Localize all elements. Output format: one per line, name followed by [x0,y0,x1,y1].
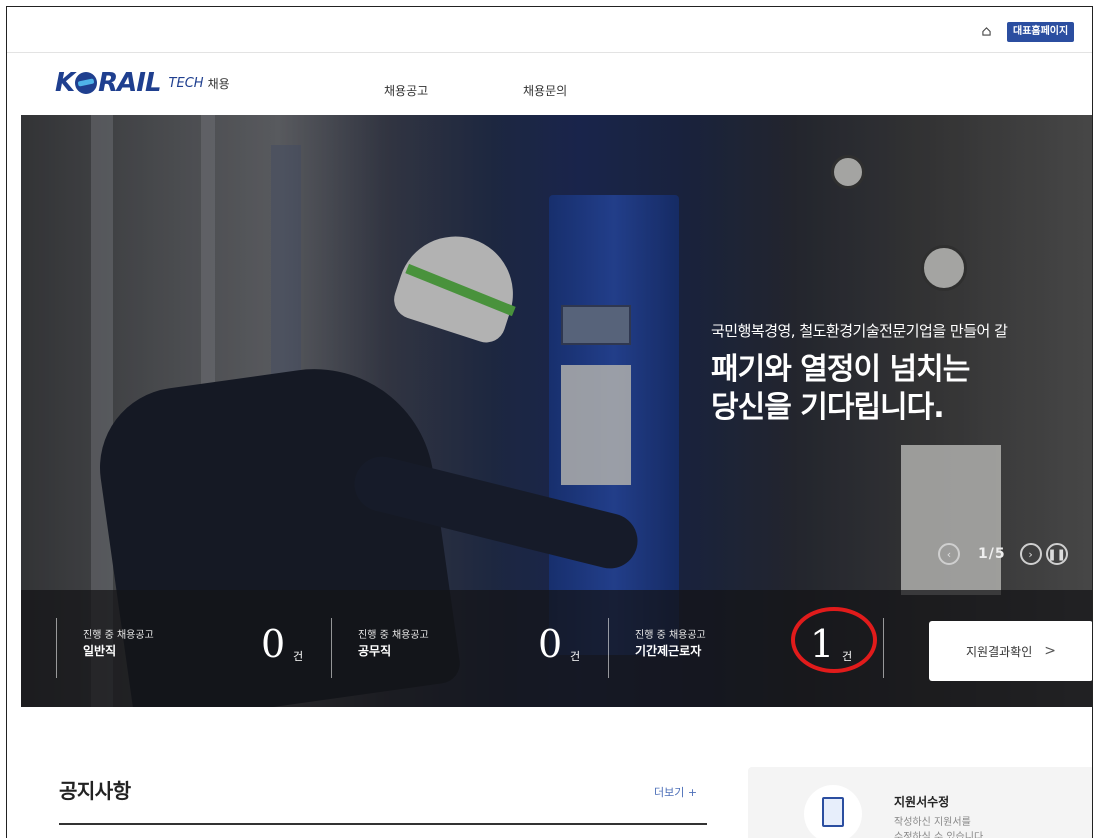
nav-recruit-inquiry[interactable]: 채용문의 [523,82,567,99]
logo-sub: TECH [168,75,204,91]
pause-icon: ❚❚ [1047,547,1066,561]
stat-count: 0 [261,622,286,666]
chevron-right-icon: > [1044,643,1056,659]
main-site-button[interactable]: 대표홈페이지 [1007,22,1075,42]
notice-more-link[interactable]: 더보기 + [654,784,697,800]
notice-title: 공지사항 [59,779,131,803]
stat-unit: 건 [293,650,304,663]
hero-headline-line2: 당신을 기다립니다. [711,390,945,425]
home-icon[interactable] [982,27,991,36]
pause-slide-button[interactable]: ❚❚ [1045,543,1068,565]
clipboard-icon [822,797,844,827]
stat-count: 0 [538,622,563,666]
edit-card-title: 지원서수정 [894,795,950,809]
stat-caption: 진행 중 채용공고 [358,630,429,641]
job-stats-bar: 진행 중 채용공고 일반직 0 건 진행 중 채용공고 공무직 0 건 진행 중… [21,590,1092,707]
hero-copy: 국민행복경영, 철도환경기술전문기업을 만들어 갈 패기와 열정이 넘치는 당신… [711,320,1008,427]
logo-sub-recruit: 채용 [207,76,230,91]
stat-kind: 기간제근로자 [635,644,702,658]
logo-globe-icon [75,72,98,94]
slide-controls: ‹ 1/5 › ❚❚ [938,543,1068,565]
check-result-button[interactable]: 지원결과확인 > [929,621,1092,681]
stat-caption: 진행 중 채용공고 [635,630,706,641]
korail-tech-logo[interactable]: K RAIL TECH 채용 [55,68,230,98]
check-result-label: 지원결과확인 [966,644,1033,659]
logo-mark: K RAIL [55,68,162,98]
hero-banner: 국민행복경영, 철도환경기술전문기업을 만들어 갈 패기와 열정이 넘치는 당신… [21,115,1092,707]
edit-application-card[interactable]: 지원서수정 작성하신 지원서를 수정하실 수 있습니다 [748,767,1092,838]
prev-slide-button[interactable]: ‹ [938,543,960,565]
notice-divider [59,823,707,825]
stat-general[interactable]: 진행 중 채용공고 일반직 0 건 [56,618,331,678]
stat-unit: 건 [570,650,581,663]
stat-caption: 진행 중 채용공고 [83,630,154,641]
stat-divider [883,618,884,678]
edit-card-desc-line2: 수정하실 수 있습니다 [894,832,984,838]
edit-card-desc-line1: 작성하신 지원서를 [894,817,971,828]
next-slide-button[interactable]: › [1019,543,1042,565]
hero-headline-line1: 패기와 열정이 넘치는 [711,352,970,387]
chevron-right-icon: › [1028,547,1033,561]
hero-lead: 국민행복경영, 철도환경기술전문기업을 만들어 갈 [711,322,1008,340]
nav-job-postings[interactable]: 채용공고 [384,82,428,99]
page: 대표홈페이지 K RAIL TECH 채용 채용공고 채용문의 국민행복경영, 철… [6,6,1093,838]
edit-card-desc: 작성하신 지원서를 수정하실 수 있습니다 [894,815,983,838]
site-header: K RAIL TECH 채용 채용공고 채용문의 [7,54,1092,114]
chevron-left-icon: ‹ [946,547,952,561]
slide-counter: 1/5 [978,546,1006,562]
utility-bar: 대표홈페이지 [7,7,1092,53]
stat-public-service[interactable]: 진행 중 채용공고 공무직 0 건 [331,618,608,678]
hero-headline: 패기와 열정이 넘치는 당신을 기다립니다. [711,351,1007,427]
stat-kind: 공무직 [358,644,392,658]
red-highlight-circle [791,607,877,673]
stat-kind: 일반직 [83,644,117,658]
